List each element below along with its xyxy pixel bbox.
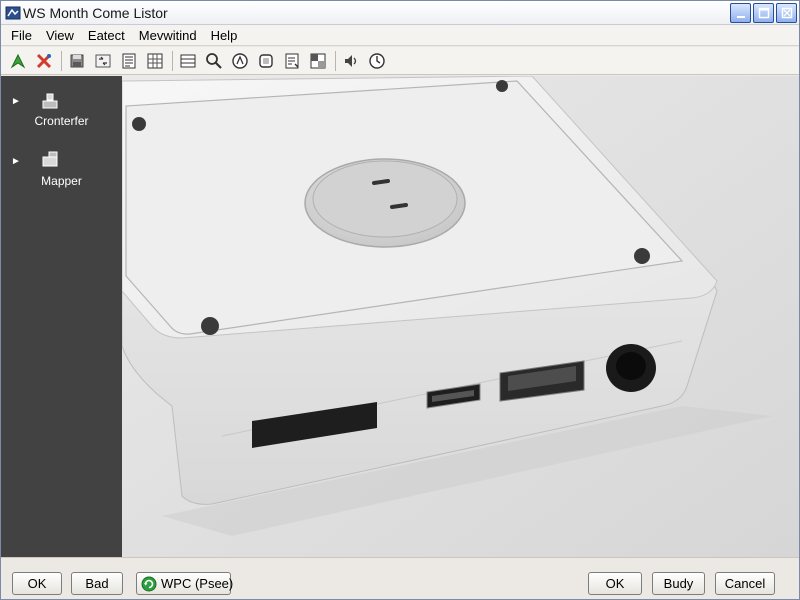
tools-icon [36,53,52,68]
layers-button[interactable] [255,50,277,72]
grid-button[interactable] [144,50,166,72]
search-button[interactable] [203,50,225,72]
minimize-icon [737,16,745,18]
expand-arrow-icon[interactable]: ► [11,156,21,167]
menu-view[interactable]: View [46,28,74,43]
forward-button[interactable] [7,50,29,72]
maximize-button[interactable] [753,3,774,23]
title-bar[interactable]: WS Month Come Listor [1,1,799,25]
bottom-button-bar: OK Bad WPC (Psee) OK Budy Cancel [1,557,799,599]
application-window: WS Month Come Listor File View Eatect Me… [0,0,800,600]
list-button[interactable] [177,50,199,72]
refresh-icon [141,576,157,591]
sidebar-item-mapper[interactable]: ► Mapper [1,146,122,196]
folder-icon [42,151,58,167]
document-icon [122,53,136,68]
window-title: WS Month Come Listor [23,5,168,21]
menu-eatect[interactable]: Eatect [88,28,125,43]
preview-viewport[interactable] [122,76,799,557]
device-icon [42,93,58,109]
notes-button[interactable] [281,50,303,72]
close-icon [781,7,793,19]
close-button[interactable] [776,3,797,23]
wpc-button-label: WPC (Psee) [161,576,234,591]
compass-button[interactable] [229,50,251,72]
expand-arrow-icon[interactable]: ► [11,96,21,107]
clock-icon [369,52,385,69]
menu-mevwitind[interactable]: Mevwitind [139,28,197,43]
cancel-button[interactable]: Cancel [715,572,775,595]
toolbar-separator [172,50,173,71]
disk-icon [70,54,84,67]
app-icon [5,6,21,20]
toolbar-separator [61,50,62,71]
tools-button[interactable] [33,50,55,72]
toolbar [1,47,799,75]
ok-button-right[interactable]: OK [588,572,642,595]
clock-button[interactable] [366,50,388,72]
budy-button[interactable]: Budy [652,572,705,595]
document-button[interactable] [118,50,140,72]
ok-button-left[interactable]: OK [12,572,62,595]
toolbar-separator [335,50,336,71]
layers-icon [259,53,273,68]
compass-icon [232,52,248,69]
sidebar-item-cronterfer[interactable]: ► Cronterfer [1,86,122,136]
window-icon [310,53,326,68]
window-button[interactable] [307,50,329,72]
sidebar-item-label: Mapper [41,174,82,188]
speaker-icon [345,54,357,67]
menu-help[interactable]: Help [211,28,238,43]
swap-icon [95,54,111,67]
forward-icon [10,53,26,68]
menu-bar: File View Eatect Mevwitind Help [1,25,799,46]
sidebar: ► Cronterfer ► Mapper [1,76,122,557]
disk-button[interactable] [66,50,88,72]
wpc-button[interactable]: WPC (Psee) [136,572,234,595]
speaker-button[interactable] [340,50,362,72]
bad-button[interactable]: Bad [71,572,123,595]
minimize-button[interactable] [730,3,751,23]
search-icon [206,52,222,69]
notes-icon [285,53,299,68]
sidebar-item-label: Cronterfer [34,114,89,128]
list-icon [180,54,196,67]
device-render [122,76,799,557]
grid-icon [147,53,163,68]
maximize-icon [758,7,770,19]
menu-file[interactable]: File [11,28,32,43]
swap-button[interactable] [92,50,114,72]
